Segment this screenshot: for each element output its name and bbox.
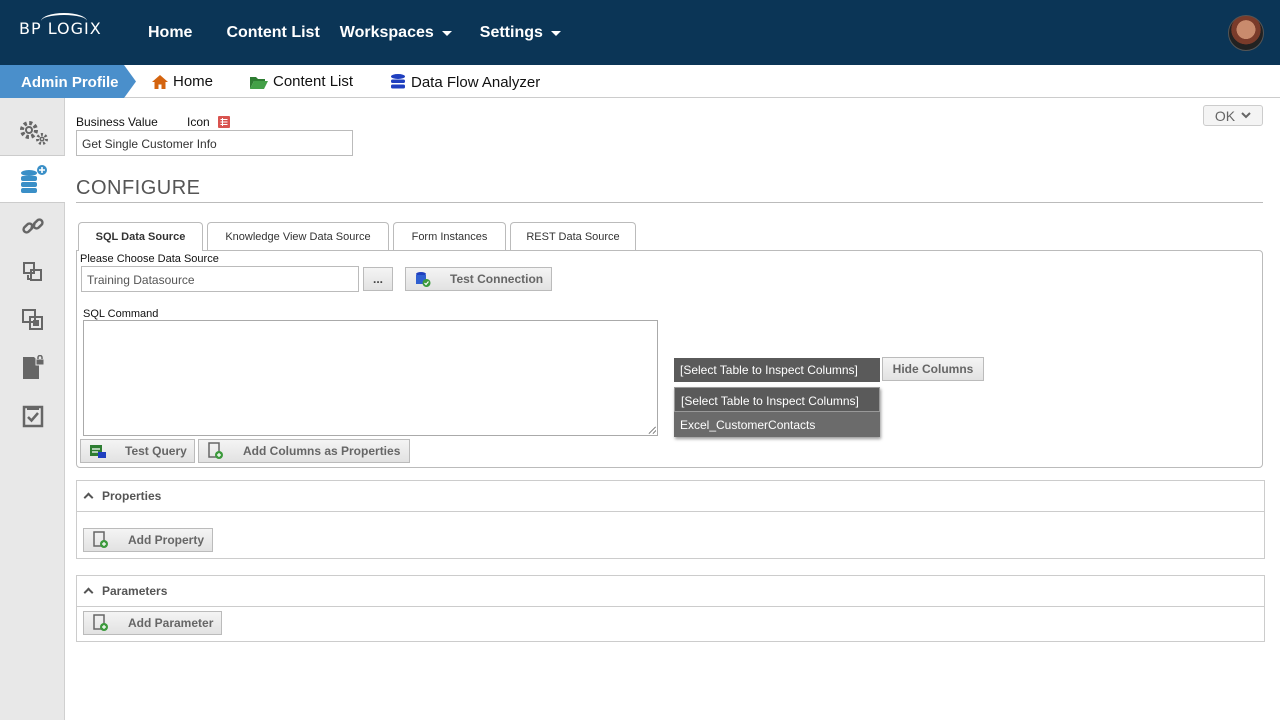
- nav-content-list-label: Content List: [226, 24, 320, 41]
- sql-query-icon: [89, 442, 107, 460]
- browse-data-source-button[interactable]: ...: [363, 267, 393, 291]
- properties-title: Properties: [102, 489, 162, 503]
- test-query-button[interactable]: Test Query: [80, 439, 195, 463]
- breadcrumb-bar: Admin Profile Home Content List Data Flo…: [0, 65, 1280, 98]
- tab-sql-data-source-label: SQL Data Source: [95, 231, 186, 243]
- main-content: Business Value Icon Get Single Customer …: [65, 98, 1280, 720]
- add-columns-as-properties-button[interactable]: Add Columns as Properties: [198, 439, 410, 463]
- caret-down-icon: [550, 30, 561, 36]
- add-document-icon: [92, 531, 110, 549]
- folder-open-icon: [250, 76, 268, 89]
- hide-columns-button[interactable]: Hide Columns: [882, 357, 984, 381]
- link-icon: [21, 218, 44, 234]
- table-inspect-dropdown: [Select Table to Inspect Columns] Excel_…: [674, 387, 880, 437]
- admin-profile-label: Admin Profile: [21, 74, 119, 91]
- add-columns-label: Add Columns as Properties: [243, 444, 401, 458]
- tab-knowledge-view-label: Knowledge View Data Source: [225, 230, 371, 243]
- checklist-icon: [22, 405, 43, 428]
- home-icon: [152, 74, 168, 89]
- sidebar-item-move[interactable]: [0, 248, 65, 296]
- user-avatar[interactable]: [1228, 15, 1264, 51]
- locked-document-icon: [22, 355, 44, 379]
- icon-label: Icon: [187, 115, 210, 129]
- test-connection-button[interactable]: Test Connection: [405, 267, 552, 291]
- add-columns-icon: [207, 442, 225, 460]
- add-parameter-label: Add Parameter: [128, 616, 214, 630]
- nav-workspaces-label: Workspaces: [339, 24, 434, 41]
- parameters-section: Parameters: [76, 575, 1265, 642]
- properties-section: Properties: [76, 480, 1265, 559]
- data-source-input[interactable]: Training Datasource: [81, 266, 359, 292]
- bp-logix-logo[interactable]: BP LOGIX: [19, 13, 102, 38]
- breadcrumb-data-flow-analyzer[interactable]: Data Flow Analyzer: [389, 73, 540, 91]
- grid-list-icon[interactable]: [218, 116, 230, 128]
- dropdown-option[interactable]: Excel_CustomerContacts: [674, 412, 880, 437]
- chevron-down-icon: [1241, 112, 1251, 119]
- ok-button[interactable]: OK: [1203, 105, 1263, 126]
- breadcrumb-home-label: Home: [173, 73, 214, 90]
- database-add-icon: [20, 165, 47, 193]
- test-connection-label: Test Connection: [450, 272, 544, 286]
- nav-home[interactable]: Home: [148, 24, 192, 42]
- chevron-up-icon: [83, 587, 94, 598]
- tab-knowledge-view-data-source[interactable]: Knowledge View Data Source: [207, 222, 389, 250]
- nav-settings-label: Settings: [479, 24, 543, 41]
- breadcrumb-home[interactable]: Home: [151, 73, 213, 90]
- configure-title: CONFIGURE: [76, 177, 201, 199]
- table-inspect-select[interactable]: [Select Table to Inspect Columns]: [674, 358, 880, 382]
- parameters-title: Parameters: [102, 584, 168, 598]
- move-icon: [22, 262, 42, 281]
- breadcrumb-content-list[interactable]: Content List: [249, 73, 353, 90]
- configure-divider: [76, 202, 1263, 203]
- chevron-up-icon: [83, 492, 94, 503]
- table-select-value: [Select Table to Inspect Columns]: [680, 363, 858, 377]
- admin-profile-tab[interactable]: Admin Profile: [0, 65, 136, 98]
- business-value-label: Business Value: [76, 115, 158, 129]
- hide-columns-label: Hide Columns: [892, 362, 974, 376]
- sidebar-item-tasks[interactable]: [0, 392, 65, 440]
- ok-label: OK: [1214, 107, 1236, 124]
- tab-sql-data-source[interactable]: SQL Data Source: [78, 222, 203, 251]
- database-icon: [391, 74, 405, 89]
- add-document-icon: [92, 614, 110, 632]
- add-parameter-button[interactable]: Add Parameter: [83, 611, 222, 635]
- data-source-label: Please Choose Data Source: [80, 253, 219, 265]
- business-value-input[interactable]: Get Single Customer Info: [76, 130, 353, 156]
- database-check-icon: [414, 270, 432, 288]
- add-property-label: Add Property: [128, 533, 205, 547]
- caret-down-icon: [441, 30, 452, 36]
- tab-form-instances[interactable]: Form Instances: [393, 222, 506, 250]
- tab-form-instances-label: Form Instances: [411, 230, 488, 243]
- nav-settings[interactable]: Settings: [480, 24, 561, 42]
- top-nav: Home Content List Workspaces Settings: [148, 24, 595, 42]
- copy-icon: [21, 309, 43, 330]
- add-property-button[interactable]: Add Property: [83, 528, 213, 552]
- tab-rest-data-source-label: REST Data Source: [526, 230, 620, 243]
- sidebar-item-permissions[interactable]: [0, 344, 65, 392]
- browse-label: ...: [372, 272, 383, 286]
- dropdown-option[interactable]: [Select Table to Inspect Columns]: [674, 387, 880, 412]
- test-query-label: Test Query: [125, 444, 187, 458]
- sql-command-textarea[interactable]: [83, 320, 658, 436]
- sql-command-label: SQL Command: [83, 308, 159, 320]
- nav-home-label: Home: [148, 24, 193, 41]
- nav-content-list[interactable]: Content List: [226, 24, 319, 42]
- top-navigation-bar: BP LOGIX Home Content List Workspaces Se…: [0, 0, 1280, 65]
- breadcrumb-content-list-label: Content List: [273, 73, 354, 90]
- breadcrumb-data-flow-analyzer-label: Data Flow Analyzer: [411, 73, 541, 91]
- settings-gears-icon: [19, 121, 48, 145]
- tab-rest-data-source[interactable]: REST Data Source: [510, 222, 636, 250]
- resize-grip-icon[interactable]: [648, 426, 656, 434]
- parameters-header[interactable]: Parameters: [77, 576, 1264, 607]
- left-sidebar: [0, 98, 65, 720]
- sidebar-item-data-sources[interactable]: [0, 155, 65, 203]
- sidebar-item-links[interactable]: [0, 202, 65, 250]
- properties-header[interactable]: Properties: [77, 481, 1264, 512]
- sidebar-item-settings[interactable]: [0, 108, 65, 156]
- sidebar-item-copy[interactable]: [0, 296, 65, 344]
- nav-workspaces[interactable]: Workspaces: [340, 24, 452, 42]
